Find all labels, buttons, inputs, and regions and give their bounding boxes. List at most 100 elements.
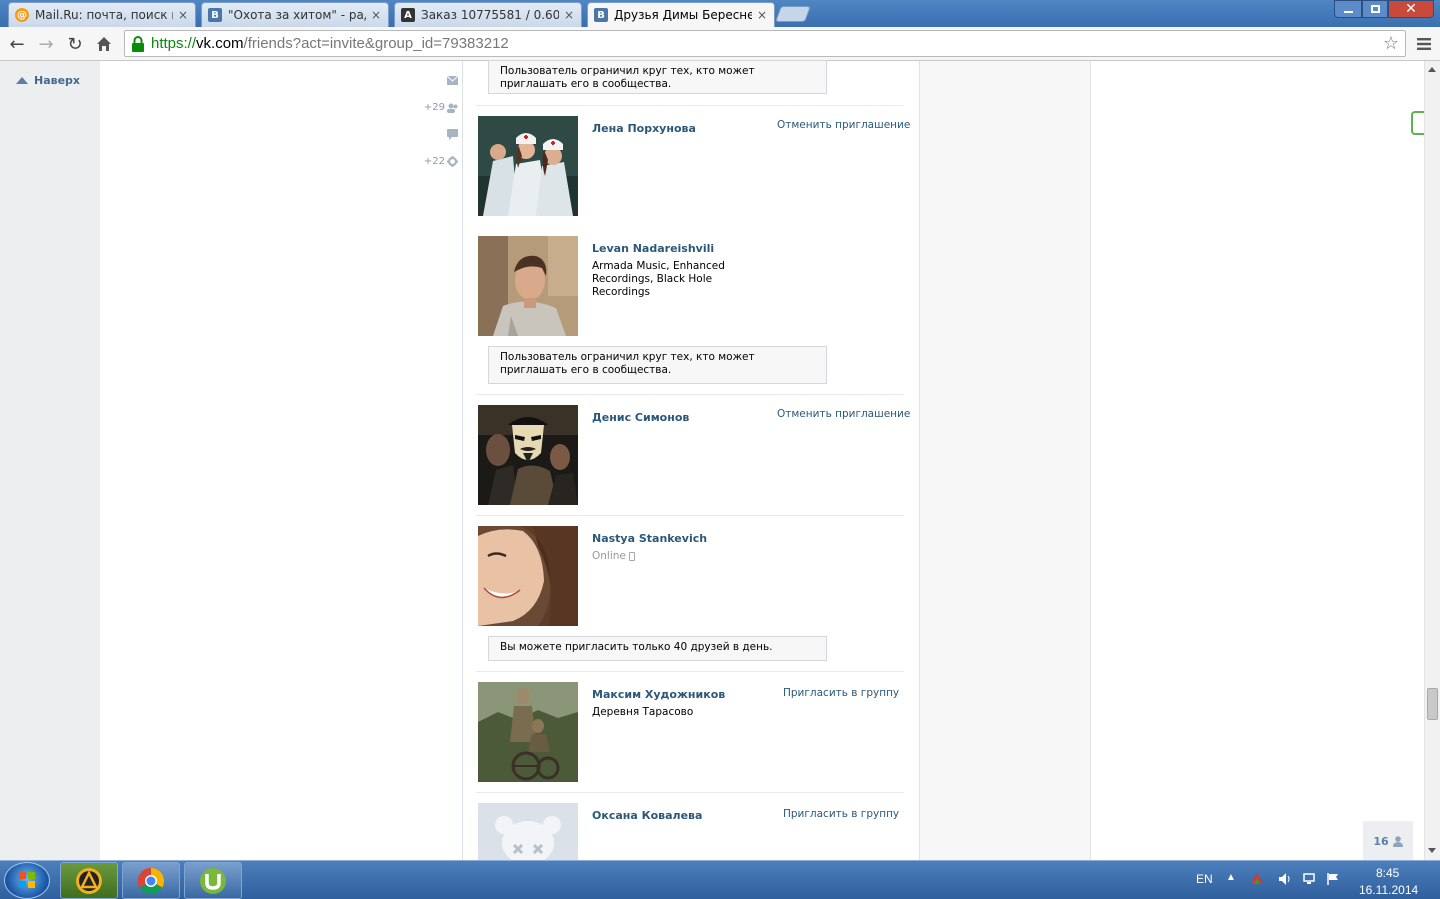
arrow-up-icon [16,77,28,84]
friend-name[interactable]: Nastya Stankevich [592,532,707,545]
tab-friends[interactable]: B Друзья Димы Бересневи × [587,2,775,27]
friend-row: Максим Художников Деревня Тарасово Пригл… [476,682,904,782]
friend-name[interactable]: Денис Симонов [592,411,689,424]
scroll-down-icon[interactable] [1428,848,1436,853]
cancel-invite-link[interactable]: Отменить приглашение [777,119,910,131]
friends-online-counter[interactable]: 16 [1363,821,1413,861]
friends-counter-label: +29 [423,102,445,113]
friend-photo[interactable] [478,682,578,782]
friend-name[interactable]: Максим Художников [592,688,725,701]
close-window-button[interactable]: ✕ [1388,0,1434,18]
invite-restricted-notice: Пользователь ограничил круг тех, кто мож… [488,346,827,384]
browser-titlebar: @ Mail.Ru: почта, поиск в и × B "Охота з… [0,0,1440,27]
tab-label: Заказ 10775581 / 0.60 у.е. [421,8,559,22]
invite-to-group-link[interactable]: Пригласить в группу [783,808,899,820]
right-panel [919,61,1091,860]
divider [476,671,904,672]
start-button[interactable] [4,862,50,899]
tab-order[interactable]: A Заказ 10775581 / 0.60 у.е. × [394,2,582,27]
volume-icon[interactable] [1278,872,1292,889]
address-bar[interactable]: https://vk.com/friends?act=invite&group_… [124,30,1406,57]
friend-row: Nastya Stankevich Online [476,526,904,626]
action-center-flag-icon[interactable] [1326,872,1340,889]
mobile-icon [628,551,635,561]
divider [476,394,904,395]
close-icon[interactable]: × [756,8,768,22]
url-host: vk.com [196,35,244,52]
friend-info: Armada Music, Enhanced Recordings, Black… [592,260,725,298]
minimize-button[interactable] [1334,0,1362,18]
divider [476,792,904,793]
taskbar-app-utorrent[interactable] [184,862,242,899]
close-icon[interactable]: × [177,8,189,22]
friend-row: Лена Порхунова Отменить приглашение [476,116,910,216]
tab-mailru[interactable]: @ Mail.Ru: почта, поиск в и × [8,2,196,27]
new-tab-button[interactable] [775,6,811,22]
lock-icon [131,35,145,52]
taskbar-app-aimp[interactable] [60,862,118,899]
comments-icon[interactable] [447,129,458,140]
aimp-icon [76,867,102,894]
friend-photo[interactable] [478,405,578,505]
reload-button[interactable]: ↻ [63,32,87,56]
messages-icon[interactable] [447,76,458,85]
reload-icon: ↻ [67,33,83,55]
taskbar-app-chrome[interactable] [122,862,180,899]
friend-name[interactable]: Лена Порхунова [592,122,696,135]
close-icon: ✕ [1405,1,1417,17]
restore-button[interactable] [1362,0,1388,18]
clock-date[interactable]: 16.11.2014 [1359,883,1418,897]
windows-logo-icon [19,872,35,888]
vertical-scrollbar[interactable] [1424,61,1440,860]
gear-icon [447,156,458,167]
hamburger-icon [1417,38,1431,50]
settings-counter-label: +22 [423,156,445,167]
close-icon[interactable]: × [563,8,575,22]
people-icon [447,103,458,113]
language-indicator[interactable]: EN [1196,872,1213,886]
chrome-icon [137,867,165,894]
settings-counter[interactable]: +22 [424,156,458,167]
divider [476,105,904,106]
invite-to-group-link[interactable]: Пригласить в группу [783,687,899,699]
download-widget-icon[interactable] [1411,111,1424,135]
scroll-to-top-label: Наверх [34,74,81,87]
friend-name[interactable]: Оксана Ковалева [592,809,702,822]
forward-button[interactable]: → [34,32,58,56]
friend-info: Деревня Тарасово [592,706,694,718]
a-icon: A [401,8,415,22]
show-hidden-icons-icon[interactable]: ▲ [1226,872,1236,883]
friend-name[interactable]: Levan Nadareishvili [592,242,714,255]
divider [476,515,904,516]
friend-photo[interactable] [478,803,578,860]
cancel-invite-link[interactable]: Отменить приглашение [777,408,910,420]
scroll-to-top-link[interactable]: Наверх [16,74,80,87]
tab-label: Mail.Ru: почта, поиск в и [35,8,173,22]
scroll-up-icon[interactable] [1428,67,1436,72]
friends-counter[interactable]: +29 [424,102,458,113]
close-icon[interactable]: × [370,8,382,22]
bookmark-star-icon[interactable]: ☆ [1383,33,1399,54]
page-content: Наверх +29 +22 Пользователь ограничил кр… [0,60,1424,861]
restore-icon [1370,5,1380,13]
friend-photo[interactable] [478,236,578,336]
friend-photo[interactable] [478,116,578,216]
tab-label: Друзья Димы Бересневи [614,8,752,22]
tab-radio[interactable]: B "Охота за хитом" - радио × [201,2,389,27]
invite-restricted-notice: Пользователь ограничил круг тех, кто мож… [488,60,827,94]
home-button[interactable] [92,32,116,56]
counter-value: 16 [1373,834,1389,848]
back-button[interactable]: ← [5,32,29,56]
menu-button[interactable] [1412,32,1436,56]
friend-row: Денис Симонов Отменить приглашение [476,405,910,505]
friend-photo[interactable] [478,526,578,626]
left-column[interactable]: Наверх [0,61,100,860]
deactivated-avatar-icon [478,803,578,860]
clock-time[interactable]: 8:45 [1376,866,1399,880]
network-connection-icon[interactable] [1302,872,1316,889]
browser-toolbar: ← → ↻ https://vk.com/friends?act=invite&… [0,27,1440,61]
vk-icon: B [208,8,222,22]
minimize-icon [1343,11,1353,13]
network-tray-icon[interactable] [1250,871,1264,888]
scroll-thumb[interactable] [1427,688,1438,720]
